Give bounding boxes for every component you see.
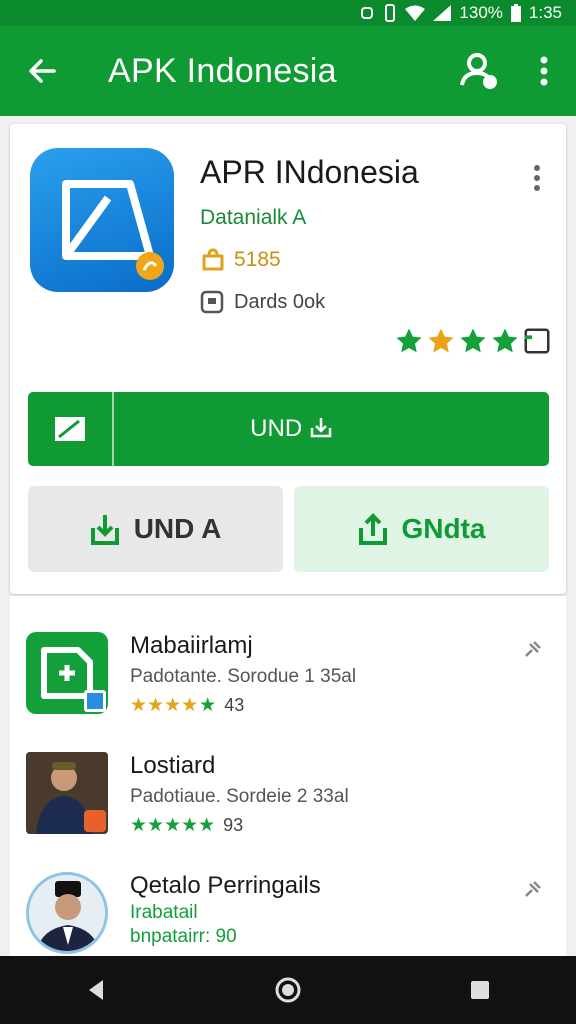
app-rating: ★★★★★ 93	[130, 814, 243, 837]
rating-stars: ★★★★★	[130, 815, 216, 836]
nav-recents-button[interactable]	[435, 960, 525, 1020]
content-rating-row: Dards 0ok	[200, 290, 325, 314]
app-subtitle: Irabatail	[130, 902, 198, 923]
app-name: Qetalo Perringails	[130, 872, 321, 899]
star-icon	[396, 328, 422, 353]
list-item[interactable]: Mabaiirlamj Padotante. Sorodue 1 35al ★★…	[10, 632, 566, 742]
star-icon	[428, 328, 454, 353]
app-rating-stars	[394, 326, 552, 356]
more-vert-icon	[540, 56, 548, 86]
app-name: Lostiard	[130, 752, 216, 779]
install-icon	[28, 392, 114, 466]
app-subtitle: Padotante. Sorodue 1 35al	[130, 666, 357, 687]
download-count-row: 5185	[200, 248, 281, 272]
share-label: GNdta	[401, 513, 486, 544]
app-bar: APK Indonesia	[0, 26, 576, 116]
status-bar: 130% 1:35	[0, 0, 576, 26]
content-rating-label: Dards 0ok	[234, 290, 326, 313]
download-icon	[310, 418, 332, 438]
app-thumbnail	[26, 752, 108, 834]
upload-icon	[358, 513, 387, 545]
app-subtitle: Padotiaue. Sordeie 2 33al	[130, 786, 349, 807]
app-name: Mabaiirlamj	[130, 632, 253, 659]
download-badge-icon	[202, 248, 224, 271]
app-title: APR INdonesia	[200, 154, 419, 190]
app-rating: ★★★★ ★ 43	[130, 694, 244, 717]
app-icon	[30, 148, 174, 292]
share-button[interactable]: GNdta	[294, 486, 549, 572]
card-overflow-button[interactable]	[522, 160, 552, 196]
alarm-icon	[359, 5, 375, 21]
nav-back-button[interactable]	[51, 960, 141, 1020]
install-label: UND	[114, 415, 549, 443]
rating-value: 43	[224, 695, 245, 715]
pin-button[interactable]	[518, 636, 546, 664]
app-thumbnail	[26, 632, 108, 714]
list-item[interactable]: Qetalo Perringails Irabatail bnpatairr: …	[10, 872, 566, 956]
arrow-back-icon	[29, 59, 56, 83]
download-apk-button[interactable]: UND A	[28, 486, 283, 572]
install-button[interactable]: UND	[28, 392, 549, 466]
list-item[interactable]: Lostiard Padotiaue. Sordeie 2 33al ★★★★★…	[10, 752, 566, 862]
pin-icon	[525, 881, 541, 897]
more-vert-icon	[534, 165, 540, 191]
nav-recents-icon	[471, 981, 489, 999]
nav-back-icon	[89, 980, 103, 1000]
account-settings-icon	[460, 53, 497, 89]
nav-home-icon	[275, 977, 301, 1003]
signal-icon	[433, 5, 452, 21]
page-title: APK Indonesia	[108, 51, 337, 90]
vibrate-icon	[383, 4, 397, 22]
related-apps-list: Mabaiirlamj Padotante. Sorodue 1 35al ★★…	[10, 596, 566, 956]
nav-home-button[interactable]	[243, 960, 333, 1020]
star-icon	[492, 328, 518, 353]
rating-stars: ★★★★★	[130, 695, 217, 716]
overflow-menu-button[interactable]	[512, 26, 576, 116]
account-button[interactable]	[448, 26, 512, 116]
star-icon	[460, 328, 486, 353]
system-nav-bar	[0, 956, 576, 1024]
app-rating-line: bnpatairr: 90	[130, 926, 237, 947]
developer-name[interactable]: Datanialk A	[200, 206, 306, 230]
content-rating-icon	[200, 290, 224, 314]
pin-icon	[525, 641, 541, 657]
app-detail-card: APR INdonesia Datanialk A 5185 Dards 0ok	[10, 124, 566, 594]
wifi-icon	[405, 5, 426, 21]
back-button[interactable]	[0, 26, 84, 116]
clock: 1:35	[528, 3, 562, 22]
pin-button[interactable]	[518, 876, 546, 904]
download-apk-label: UND A	[133, 513, 222, 544]
download-icon	[90, 515, 119, 545]
rating-value: 93	[223, 815, 244, 835]
star-empty-icon	[524, 328, 550, 354]
battery-percent: 130%	[459, 3, 503, 22]
battery-icon	[510, 4, 521, 22]
download-count: 5185	[234, 248, 281, 271]
app-thumbnail	[26, 872, 108, 954]
